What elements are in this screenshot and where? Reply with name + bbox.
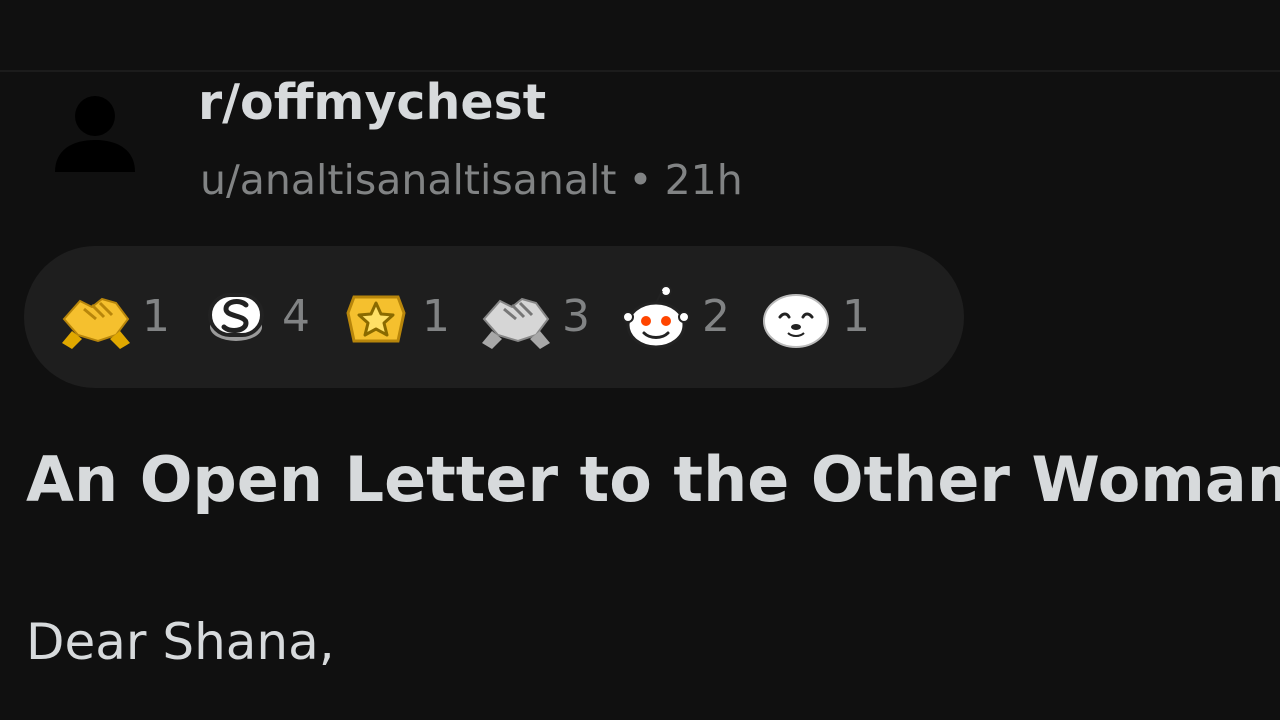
award-count: 1: [142, 291, 170, 342]
award-count: 4: [282, 291, 310, 342]
silver-s-award-icon: [208, 293, 264, 341]
header-divider: [0, 70, 1280, 72]
post-title[interactable]: An Open Letter to the Other Woman: [26, 440, 1280, 520]
post-meta: u/analtisanaltisanalt • 21h: [200, 152, 743, 208]
avatar-icon[interactable]: [52, 92, 138, 178]
subreddit-name[interactable]: r/offmychest: [198, 72, 546, 134]
award-item[interactable]: 1: [58, 279, 170, 355]
award-count: 3: [562, 291, 590, 342]
post-age: 21h: [664, 156, 743, 204]
awards-bar[interactable]: 1 4 1 3 2 1: [24, 246, 964, 388]
award-item[interactable]: 2: [618, 279, 730, 355]
award-item[interactable]: 1: [758, 279, 870, 355]
post-body: Dear Shana,: [26, 613, 335, 671]
silver-handshake-award-icon: [482, 297, 550, 349]
seal-award-icon: [763, 294, 829, 348]
award-item[interactable]: 4: [198, 279, 310, 355]
post-page: r/offmychest u/analtisanaltisanalt • 21h 1…: [0, 0, 1280, 720]
award-count: 1: [422, 291, 450, 342]
author-link[interactable]: u/analtisanaltisanalt: [200, 156, 616, 204]
award-count: 1: [842, 291, 870, 342]
award-item[interactable]: 3: [478, 279, 590, 355]
gold-handshake-award-icon: [62, 297, 130, 349]
snoo-face-award-icon: [622, 285, 690, 349]
meta-separator: •: [628, 156, 653, 204]
gold-star-award-icon: [346, 295, 406, 343]
award-item[interactable]: 1: [338, 279, 450, 355]
award-count: 2: [702, 291, 730, 342]
